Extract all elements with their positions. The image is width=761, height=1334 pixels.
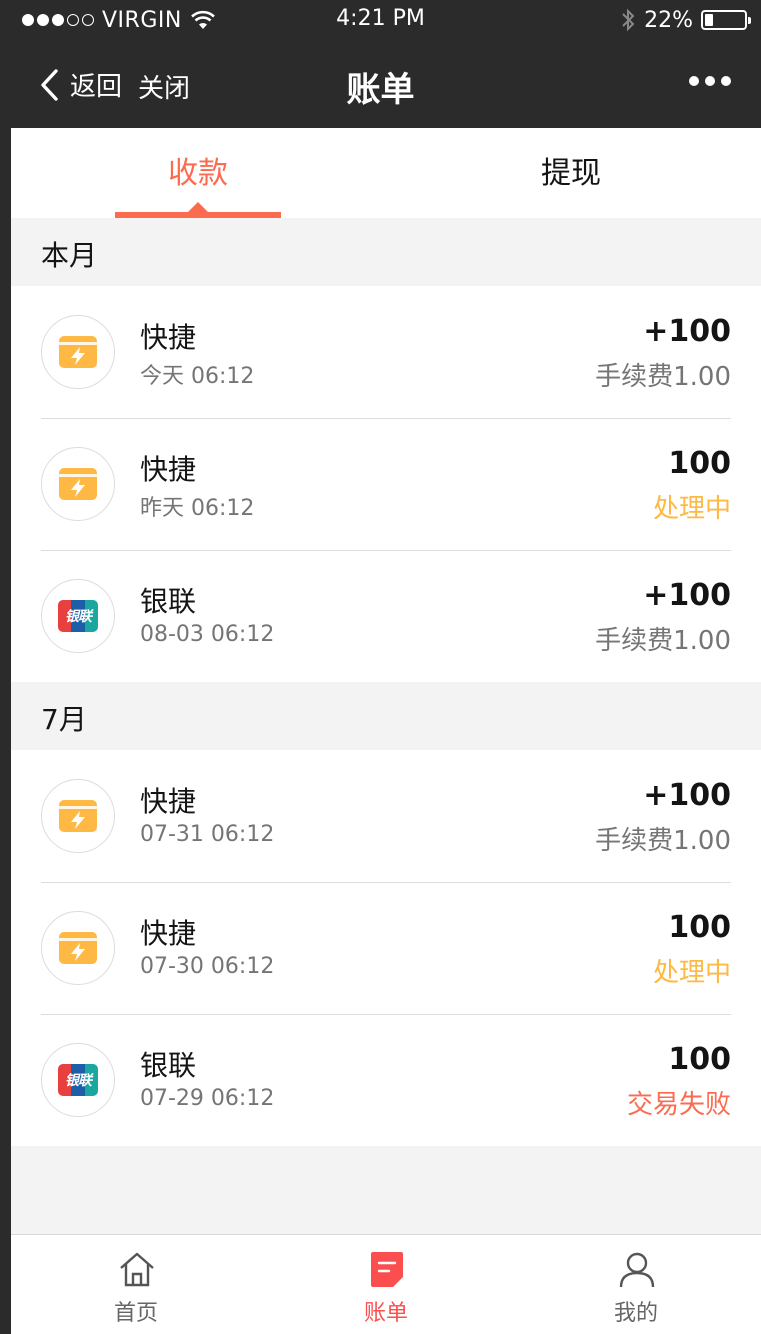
bluetooth-icon (622, 8, 635, 32)
tabbar-label: 我的 (613, 1301, 658, 1326)
quick-pay-icon (59, 468, 97, 500)
transaction-status: 处理中 (652, 494, 731, 524)
section-title: 7月 (41, 703, 87, 736)
battery-level (705, 14, 714, 26)
tabbar-item-bill[interactable]: 账单 (261, 1235, 511, 1334)
payment-method-name: 快捷 (140, 321, 197, 354)
payment-method-badge (41, 779, 115, 853)
transaction-amount: 100 (668, 446, 731, 481)
payment-method-name: 银联 (140, 1049, 197, 1082)
payment-method-badge (41, 911, 115, 985)
transaction-row[interactable]: 银联 银联 07-29 06:12 100 交易失败 (11, 1014, 761, 1146)
transaction-status: 手续费1.00 (595, 626, 731, 656)
page-title: 账单 (346, 70, 415, 110)
transaction-date: 08-03 06:12 (140, 622, 275, 647)
battery-percentage: 22% (644, 7, 693, 33)
section-header: 本月 (11, 218, 761, 286)
transaction-date: 07-29 06:12 (140, 1086, 275, 1111)
transaction-row[interactable]: 银联 银联 08-03 06:12 +100 手续费1.00 (11, 550, 761, 682)
tabbar-label: 首页 (113, 1301, 158, 1326)
transaction-date: 今天 06:12 (140, 364, 255, 389)
bill-content: 收款 提现 本月 快捷 今天 06:12 +100 手续费1.00 快捷 昨天 06:12… (11, 128, 761, 1334)
transaction-status: 交易失败 (626, 1090, 731, 1120)
tab-withdraw[interactable]: 提现 (541, 148, 601, 192)
transaction-row[interactable]: 快捷今天 06:12 +100 手续费1.00 (11, 286, 761, 418)
section-header: 7月 (11, 682, 761, 750)
transaction-group: 快捷 07-31 06:12 +100 手续费1.00 快捷 07-30 06:12 100… (11, 750, 761, 1146)
quick-pay-icon (59, 800, 97, 832)
payment-method-badge: 银联 (41, 579, 115, 653)
quick-pay-icon (59, 932, 97, 964)
tabbar-item-profile[interactable]: 我的 (511, 1235, 761, 1334)
more-dot (689, 76, 699, 86)
tabbar-item-home[interactable]: 首页 (11, 1235, 261, 1334)
section-title: 本月 (41, 239, 98, 272)
transaction-date: 07-31 06:12 (140, 822, 275, 847)
active-tab-caret (188, 202, 208, 212)
bill-icon (371, 1252, 403, 1287)
unionpay-logo-text: 银联 (65, 609, 92, 625)
unionpay-logo-text: 银联 (65, 1073, 92, 1089)
transaction-row[interactable]: 快捷 07-30 06:12 100 处理中 (11, 882, 761, 1014)
home-icon (120, 1252, 154, 1287)
tab-income[interactable]: 收款 (115, 148, 281, 192)
transaction-status: 手续费1.00 (595, 826, 731, 856)
transaction-amount: +100 (643, 578, 731, 613)
tabbar-label: 账单 (363, 1301, 408, 1326)
transaction-row[interactable]: 快捷昨天 06:12 100 处理中 (11, 418, 761, 550)
more-dot (721, 76, 731, 86)
transaction-amount: +100 (643, 778, 731, 813)
more-dot (705, 76, 715, 86)
payment-method-name: 银联 (140, 585, 197, 618)
battery-icon (701, 10, 751, 30)
navigation-bar: 返回 关闭 账单 (0, 40, 761, 128)
transaction-group: 快捷 今天 06:12 +100 手续费1.00 快捷 昨天 06:12 100 处理中 银联银… (11, 286, 761, 682)
transaction-amount: 100 (668, 910, 731, 945)
quick-pay-icon (59, 336, 97, 368)
profile-icon (619, 1252, 655, 1288)
transaction-date: 07-30 06:12 (140, 954, 275, 979)
transaction-status: 处理中 (652, 958, 731, 988)
unionpay-icon: 银联 (58, 1064, 98, 1096)
status-right: 22% (620, 6, 751, 34)
transaction-row[interactable]: 快捷 07-31 06:12 +100 手续费1.00 (11, 750, 761, 882)
payment-method-name: 快捷 (140, 917, 197, 950)
unionpay-icon: 银联 (58, 600, 98, 632)
payment-method-badge (41, 315, 115, 389)
segment-tabs: 收款 提现 (11, 128, 761, 218)
transaction-date: 昨天 06:12 (140, 496, 255, 521)
payment-method-badge (41, 447, 115, 521)
payment-method-name: 快捷 (140, 453, 197, 486)
status-bar: VIRGIN 4:21 PM 22% (0, 0, 761, 40)
bottom-tab-bar: 首页 账单 我的 (11, 1234, 761, 1334)
transaction-amount: 100 (668, 1042, 731, 1077)
transaction-status: 手续费1.00 (595, 362, 731, 392)
payment-method-name: 快捷 (140, 785, 197, 818)
more-dots-icon[interactable] (689, 76, 731, 86)
payment-method-badge: 银联 (41, 1043, 115, 1117)
transaction-amount: +100 (643, 314, 731, 349)
